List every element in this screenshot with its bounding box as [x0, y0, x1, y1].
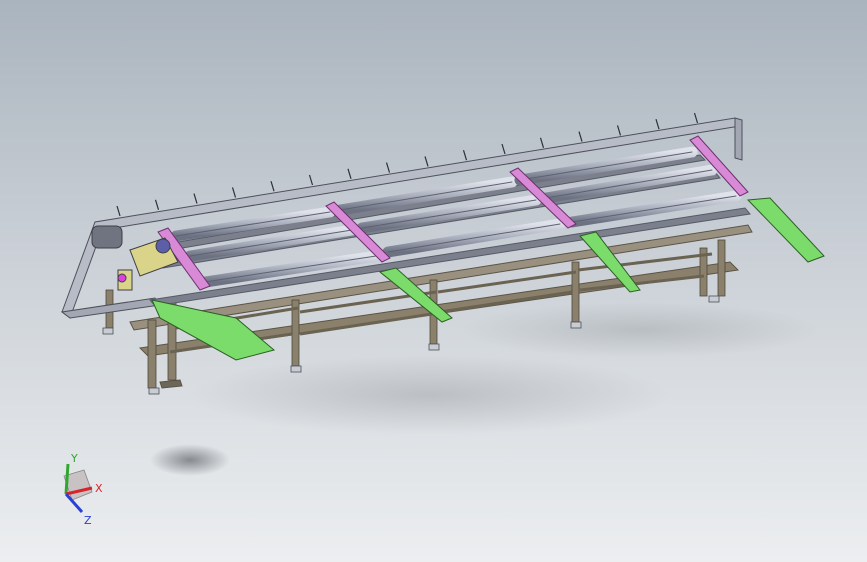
spike — [116, 205, 121, 217]
spike — [347, 168, 352, 179]
z-axis-label: Z — [84, 514, 92, 527]
spike — [462, 150, 468, 161]
spike — [270, 181, 275, 192]
ground-shadow — [150, 302, 820, 476]
spike — [154, 199, 160, 210]
x-axis-label: X — [95, 482, 103, 495]
view-orientation-triad[interactable]: Y X Z — [48, 448, 112, 532]
spike — [231, 187, 237, 198]
spike — [385, 162, 391, 173]
spike — [539, 137, 545, 148]
model-view[interactable] — [0, 0, 867, 562]
chute — [746, 197, 825, 263]
spike — [308, 174, 314, 186]
spike — [693, 112, 699, 124]
graphics-viewport[interactable]: Y X Z — [0, 0, 867, 562]
spike — [424, 156, 429, 167]
spike — [655, 119, 660, 130]
y-axis-label: Y — [70, 452, 78, 465]
y-axis-icon — [64, 463, 70, 495]
spike — [616, 125, 622, 136]
spike — [193, 193, 198, 204]
spike — [578, 131, 583, 142]
spike — [501, 143, 506, 155]
